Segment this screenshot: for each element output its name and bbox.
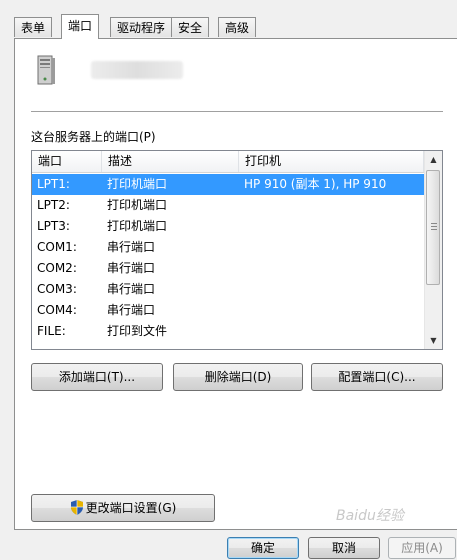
change-port-settings-button[interactable]: 更改端口设置(G) — [31, 494, 215, 522]
delete-port-button[interactable]: 删除端口(D) — [173, 363, 303, 391]
port-description: 打印机端口 — [107, 198, 168, 212]
cancel-button[interactable]: 取消 — [308, 537, 380, 559]
port-printer: HP 910 (副本 1), HP 910 — [244, 177, 387, 191]
tab-strip: 表单 端口 驱动程序 安全 高级 — [0, 0, 457, 40]
port-description: 打印机端口 — [107, 219, 168, 233]
scrollbar-thumb[interactable] — [426, 170, 440, 285]
port-description: 串行端口 — [107, 240, 156, 254]
tab-general[interactable]: 表单 — [14, 17, 53, 37]
tab-label: 安全 — [178, 21, 203, 35]
port-name: FILE: — [37, 324, 66, 338]
port-row-com3[interactable]: COM3: 串行端口 — [32, 279, 424, 300]
column-header-port[interactable]: 端口 — [32, 151, 102, 172]
ok-button[interactable]: 确定 — [227, 537, 299, 559]
tab-label: 端口 — [68, 19, 93, 33]
tab-label: 表单 — [21, 21, 46, 35]
port-name: LPT3: — [37, 219, 70, 233]
tab-drivers[interactable]: 驱动程序 — [110, 17, 173, 37]
port-row-lpt1[interactable]: LPT1: 打印机端口 HP 910 (副本 1), HP 910 — [32, 174, 424, 195]
change-port-settings-label: 更改端口设置(G) — [85, 501, 177, 515]
port-name: LPT2: — [37, 198, 70, 212]
port-row-com2[interactable]: COM2: 串行端口 — [32, 258, 424, 279]
port-description: 串行端口 — [107, 282, 156, 296]
port-description: 串行端口 — [107, 261, 156, 275]
column-header-printer[interactable]: 打印机 — [239, 151, 424, 172]
apply-button[interactable]: 应用(A) — [388, 537, 456, 559]
add-port-button[interactable]: 添加端口(T)... — [31, 363, 163, 391]
grip-line — [431, 229, 437, 230]
separator — [31, 111, 443, 112]
tab-ports[interactable]: 端口 — [61, 14, 100, 39]
tab-security[interactable]: 安全 — [171, 17, 210, 37]
port-row-lpt2[interactable]: LPT2: 打印机端口 — [32, 195, 424, 216]
port-name: COM1: — [37, 240, 77, 254]
port-row-file[interactable]: FILE: 打印到文件 — [32, 321, 424, 342]
port-row-com1[interactable]: COM1: 串行端口 — [32, 237, 424, 258]
ports-list-label: 这台服务器上的端口(P) — [31, 130, 156, 144]
port-name: COM3: — [37, 282, 77, 296]
tab-label: 驱动程序 — [117, 21, 166, 35]
server-icon — [37, 55, 55, 85]
port-row-lpt3[interactable]: LPT3: 打印机端口 — [32, 216, 424, 237]
port-name: LPT1: — [37, 177, 70, 191]
port-name: COM2: — [37, 261, 77, 275]
port-name: COM4: — [37, 303, 77, 317]
scroll-down-arrow-icon[interactable]: ▼ — [425, 332, 442, 349]
port-description: 串行端口 — [107, 303, 156, 317]
ports-tab-panel: 这台服务器上的端口(P) 端口 描述 打印机 LPT1: 打印机端口 HP 91… — [14, 38, 457, 530]
scroll-up-arrow-icon[interactable]: ▲ — [425, 151, 442, 168]
server-name-redacted — [91, 61, 183, 79]
watermark: Baidu经验 — [336, 508, 404, 524]
port-row-com4[interactable]: COM4: 串行端口 — [32, 300, 424, 321]
tab-label: 高级 — [225, 21, 250, 35]
grip-line — [431, 226, 437, 227]
port-description: 打印到文件 — [107, 324, 168, 338]
configure-port-button[interactable]: 配置端口(C)... — [311, 363, 443, 391]
vertical-scrollbar[interactable]: ▲ ▼ — [424, 151, 442, 349]
tab-advanced[interactable]: 高级 — [218, 17, 257, 37]
uac-shield-icon — [70, 500, 83, 515]
column-header-description[interactable]: 描述 — [102, 151, 239, 172]
port-description: 打印机端口 — [107, 177, 168, 191]
grip-line — [431, 223, 437, 224]
listview-header: 端口 描述 打印机 — [32, 151, 424, 173]
ports-listview[interactable]: 端口 描述 打印机 LPT1: 打印机端口 HP 910 (副本 1), HP … — [31, 150, 443, 350]
